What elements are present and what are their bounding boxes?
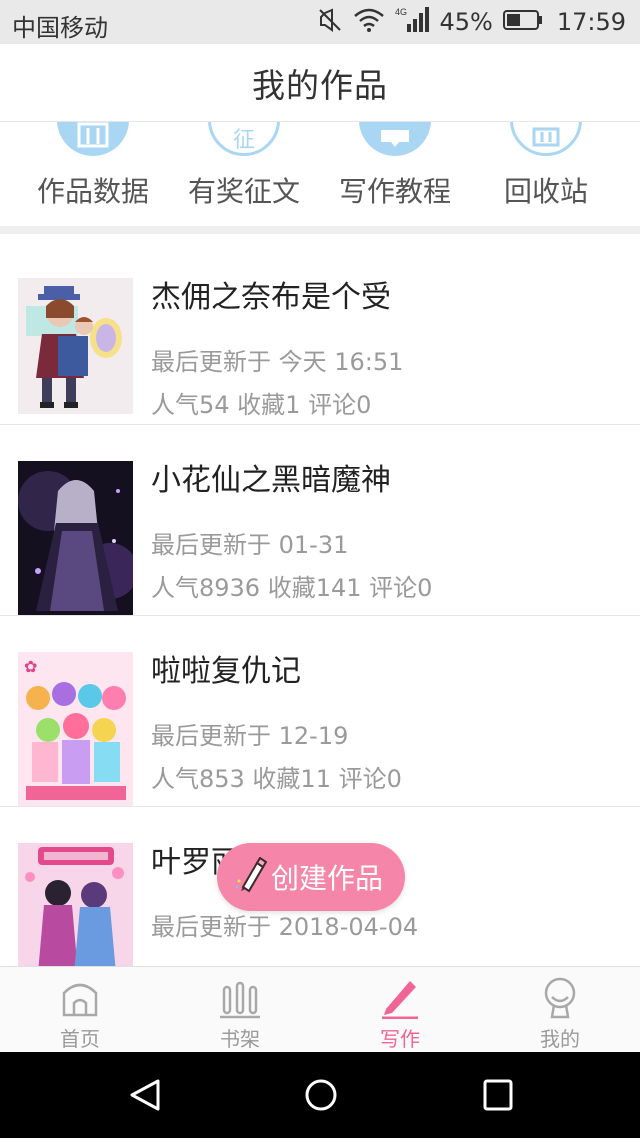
quick-action-data[interactable]: 作品数据 <box>13 122 173 226</box>
tab-write[interactable]: 写作 <box>320 967 480 1053</box>
system-nav-bar <box>0 1052 640 1138</box>
work-title: 啦啦复仇记 <box>151 654 301 689</box>
home-button-icon[interactable] <box>304 1078 338 1112</box>
work-stats: 人气54 收藏1 评论0 <box>151 391 372 419</box>
create-work-button[interactable]: 创建作品 <box>217 843 405 911</box>
profile-icon <box>544 977 576 1019</box>
pen-icon <box>382 981 418 1019</box>
quick-action-label: 回收站 <box>503 175 588 208</box>
status-bar: 中国移动 4G 45% 17:59 <box>0 0 640 44</box>
tab-label: 书架 <box>220 1027 260 1051</box>
quick-action-label: 写作教程 <box>338 175 451 208</box>
work-cover <box>18 461 133 615</box>
quick-actions: 作品数据 征 有奖征文 写作教程 回收站 <box>0 122 640 226</box>
work-updated: 最后更新于 01-31 <box>151 531 349 559</box>
back-icon[interactable] <box>128 1078 162 1112</box>
clock: 17:59 <box>556 8 626 36</box>
quick-action-label: 有奖征文 <box>187 175 300 208</box>
signal-icon: 4G <box>395 6 430 38</box>
quick-action-contest[interactable]: 征 有奖征文 <box>164 122 324 226</box>
work-title: 小花仙之黑暗魔神 <box>151 463 391 498</box>
tab-bookshelf[interactable]: 书架 <box>160 967 320 1053</box>
page-header: 我的作品 <box>0 44 640 122</box>
tutorial-icon <box>359 122 431 156</box>
tab-label: 我的 <box>540 1027 580 1051</box>
battery-percent: 45% <box>439 8 493 36</box>
status-icons: 4G 45% 17:59 <box>317 6 626 38</box>
work-cover <box>18 278 133 414</box>
tab-label: 首页 <box>60 1027 100 1051</box>
carrier-name: 中国移动 <box>12 14 108 42</box>
battery-icon <box>502 9 543 35</box>
svg-text:✿: ✿ <box>24 657 37 676</box>
bookshelf-icon <box>220 981 260 1019</box>
work-cover: ✿ <box>18 652 133 806</box>
create-work-label: 创建作品 <box>271 862 384 895</box>
work-updated: 最后更新于 12-19 <box>151 722 349 750</box>
work-stats: 人气853 收藏11 评论0 <box>151 765 402 793</box>
svg-text:征: 征 <box>233 128 255 153</box>
work-item[interactable]: 杰佣之奈布是个受 最后更新于 今天 16:51 人气54 收藏1 评论0 <box>0 234 640 425</box>
work-item[interactable]: ✿ 啦啦复仇记 最后更新于 12-19 人气853 收藏11 评论0 <box>0 616 640 807</box>
work-updated: 最后更新于 2018-04-04 <box>151 913 419 941</box>
quick-action-tutorial[interactable]: 写作教程 <box>315 122 475 226</box>
wifi-icon <box>353 7 385 37</box>
section-divider <box>0 226 640 234</box>
tab-label: 写作 <box>380 1027 420 1051</box>
network-type: 4G <box>395 7 407 17</box>
recycle-bin-icon <box>510 122 582 156</box>
work-item[interactable]: 小花仙之黑暗魔神 最后更新于 01-31 人气8936 收藏141 评论0 <box>0 425 640 616</box>
quick-action-recycle[interactable]: 回收站 <box>466 122 626 226</box>
tab-home[interactable]: 首页 <box>0 967 160 1053</box>
work-title: 杰佣之奈布是个受 <box>151 280 391 315</box>
work-stats: 人气8936 收藏141 评论0 <box>151 574 433 602</box>
pencil-icon <box>235 856 268 897</box>
work-cover <box>18 843 133 966</box>
page-title: 我的作品 <box>252 65 388 105</box>
quick-action-label: 作品数据 <box>36 175 149 208</box>
work-updated: 最后更新于 今天 16:51 <box>151 348 404 376</box>
tab-profile[interactable]: 我的 <box>480 967 640 1053</box>
chart-icon <box>57 122 129 156</box>
bottom-tab-bar: 首页 书架 写作 我的 <box>0 966 640 1052</box>
mute-icon <box>317 7 343 37</box>
contest-icon: 征 <box>208 122 280 156</box>
home-icon <box>62 983 98 1017</box>
recent-apps-icon[interactable] <box>482 1078 514 1112</box>
